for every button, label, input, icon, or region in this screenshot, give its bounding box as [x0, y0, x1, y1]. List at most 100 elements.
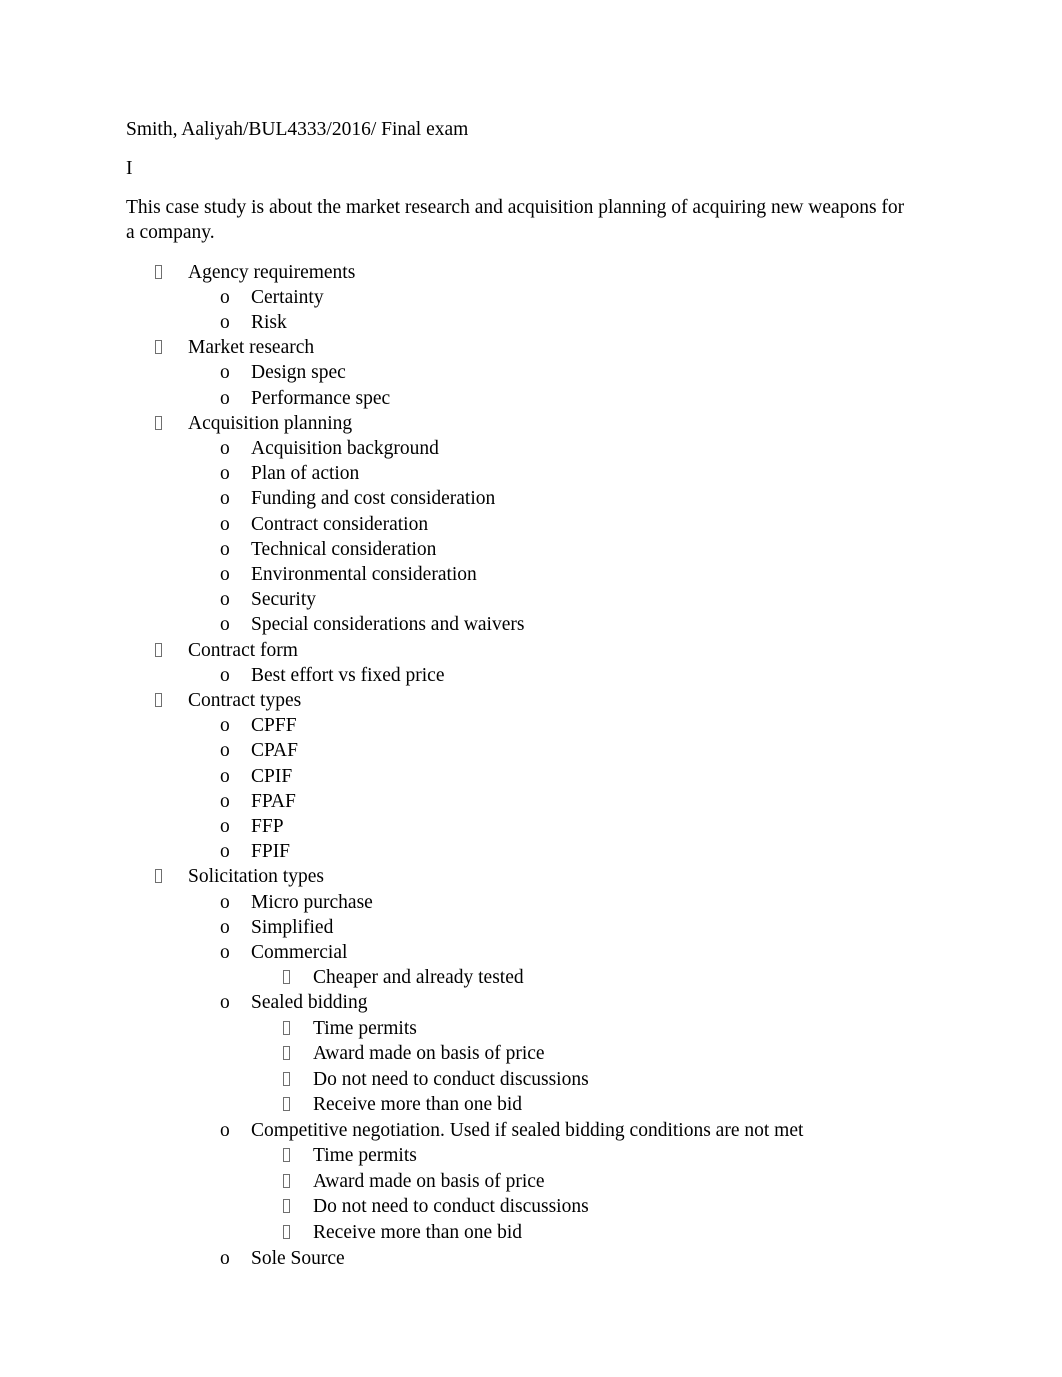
outline-item-label: Time permits — [313, 1145, 417, 1167]
outline-item-level-1: Agency requirements — [126, 260, 932, 285]
outline-item-level-2: o Performance spec — [126, 386, 932, 411]
outline-item-level-1: Contract form — [126, 638, 932, 663]
outline-item-label: Technical consideration — [251, 538, 437, 560]
outline-item-level-2: o CPIF — [126, 764, 932, 789]
outline-marker-circle-letter: o — [220, 715, 230, 737]
outline-item-label: Acquisition planning — [188, 412, 353, 434]
outline-item-level-2: o CPFF — [126, 713, 932, 738]
outline-item-level-2: o Sealed bidding — [126, 990, 932, 1015]
outline-item-label: Cheaper and already tested — [313, 967, 524, 989]
outline-marker-circle-letter: o — [220, 1247, 230, 1269]
outline-marker-missing-glyph-icon — [155, 638, 188, 663]
outline-item-level-3: Cheaper and already tested — [126, 965, 932, 990]
outline-item-level-2: o Commercial — [126, 940, 932, 965]
outline-item-level-2: o Environmental consideration — [126, 562, 932, 587]
outline-item-level-2: o Security — [126, 587, 932, 612]
missing-glyph-box-icon — [283, 1148, 290, 1163]
outline-marker-missing-glyph-icon — [155, 688, 188, 713]
outline-marker-circle-letter: o — [220, 563, 230, 585]
outline-item-level-3: Receive more than one bid — [126, 1220, 932, 1246]
outline-marker-missing-glyph-icon — [283, 965, 313, 990]
outline-item-level-2: o CPAF — [126, 738, 932, 763]
outline-item-level-2: o Certainty — [126, 285, 932, 310]
outline-marker-missing-glyph-icon — [283, 1169, 313, 1195]
outline-item-level-2: o Acquisition background — [126, 436, 932, 461]
outline-item-level-2: o Best effort vs fixed price — [126, 663, 932, 688]
outline-item-level-2: o Design spec — [126, 360, 932, 385]
missing-glyph-box-icon — [155, 642, 162, 657]
outline-marker-missing-glyph-icon — [283, 1041, 313, 1067]
outline-item-label: Funding and cost consideration — [251, 488, 496, 510]
outline-item-level-1: Contract types — [126, 688, 932, 713]
outline-item-label: Receive more than one bid — [313, 1221, 523, 1243]
outline-item-level-2: o Special considerations and waivers — [126, 612, 932, 637]
outline-marker-missing-glyph-icon — [155, 411, 188, 436]
outline-item-level-1: Market research — [126, 335, 932, 360]
outline-item-label: Solicitation types — [188, 866, 324, 888]
outline-item-label: CPFF — [251, 715, 297, 737]
outline-item-label: Simplified — [251, 916, 334, 938]
outline-item-label: Do not need to conduct discussions — [313, 1068, 589, 1090]
outline-marker-missing-glyph-icon — [283, 1067, 313, 1093]
outline-marker-missing-glyph-icon — [283, 1194, 313, 1220]
outline-item-level-2: o Contract consideration — [126, 512, 932, 537]
outline-item-level-1: Solicitation types — [126, 864, 932, 889]
outline-item-label: Certainty — [251, 286, 324, 308]
outline-item-label: CPAF — [251, 740, 298, 762]
outline-marker-missing-glyph-icon — [283, 1143, 313, 1169]
outline-marker-circle-letter: o — [220, 589, 230, 611]
outline-item-level-3: Award made on basis of price — [126, 1041, 932, 1067]
missing-glyph-box-icon — [283, 1046, 290, 1061]
outline-item-level-2: o Funding and cost consideration — [126, 486, 932, 511]
outline-item-level-2: o FPIF — [126, 839, 932, 864]
section-marker: I — [126, 158, 133, 179]
outline-item-label: Competitive negotiation. Used if sealed … — [251, 1119, 804, 1141]
outline-marker-circle-letter: o — [220, 286, 230, 308]
outline-item-label: Receive more than one bid — [313, 1094, 523, 1116]
outline-marker-circle-letter: o — [220, 664, 230, 686]
outline-item-level-2: o Technical consideration — [126, 537, 932, 562]
outline-item-level-3: Time permits — [126, 1143, 932, 1169]
outline-list: Agency requirements o Certainty o Risk Market… — [126, 260, 932, 1271]
outline-marker-circle-letter: o — [220, 765, 230, 787]
outline-marker-circle-letter: o — [220, 614, 230, 636]
outline-item-level-1: Acquisition planning — [126, 411, 932, 436]
outline-item-label: FPAF — [251, 790, 296, 812]
outline-item-level-2: o Competitive negotiation. Used if sealed… — [126, 1118, 932, 1143]
outline-item-label: FFP — [251, 815, 284, 837]
document-page: Smith, Aaliyah/BUL4333/2016/ Final exam … — [0, 0, 1062, 1377]
outline-item-label: Sealed bidding — [251, 992, 368, 1014]
outline-item-label: FPIF — [251, 841, 291, 863]
outline-item-label: Best effort vs fixed price — [251, 664, 445, 686]
outline-item-level-2: o Micro purchase — [126, 890, 932, 915]
outline-marker-circle-letter: o — [220, 790, 230, 812]
missing-glyph-box-icon — [283, 1199, 290, 1214]
outline-item-label: Micro purchase — [251, 891, 373, 913]
outline-item-label: Contract types — [188, 689, 302, 711]
outline-marker-circle-letter: o — [220, 463, 230, 485]
outline-marker-circle-letter: o — [220, 362, 230, 384]
outline-marker-circle-letter: o — [220, 941, 230, 963]
outline-item-label: Do not need to conduct discussions — [313, 1196, 589, 1218]
missing-glyph-box-icon — [283, 1224, 290, 1239]
outline-item-label: CPIF — [251, 765, 293, 787]
outline-item-label: Special considerations and waivers — [251, 614, 525, 636]
outline-item-label: Plan of action — [251, 463, 360, 485]
missing-glyph-box-icon — [283, 1071, 290, 1086]
outline-marker-missing-glyph-icon — [283, 1220, 313, 1246]
outline-item-label: Market research — [188, 337, 315, 359]
outline-marker-circle-letter: o — [220, 437, 230, 459]
document-header-line: Smith, Aaliyah/BUL4333/2016/ Final exam — [126, 119, 469, 140]
missing-glyph-box-icon — [155, 415, 162, 430]
outline-marker-circle-letter: o — [220, 891, 230, 913]
outline-marker-circle-letter: o — [220, 488, 230, 510]
outline-marker-circle-letter: o — [220, 1119, 230, 1141]
outline-marker-missing-glyph-icon — [283, 1092, 313, 1118]
outline-marker-circle-letter: o — [220, 815, 230, 837]
outline-item-label: Award made on basis of price — [313, 1043, 545, 1065]
outline-item-level-3: Time permits — [126, 1016, 932, 1042]
outline-marker-circle-letter: o — [220, 513, 230, 535]
outline-item-level-2: o Simplified — [126, 915, 932, 940]
outline-marker-circle-letter: o — [220, 916, 230, 938]
outline-marker-missing-glyph-icon — [283, 1016, 313, 1042]
